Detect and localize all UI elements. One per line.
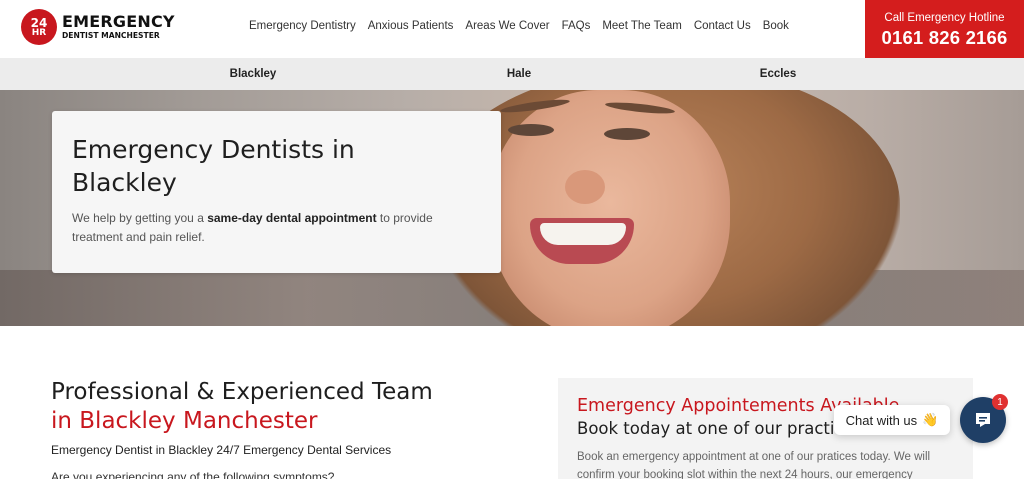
logo-tagline: DENTIST MANCHESTER bbox=[62, 31, 160, 41]
logo-text: EMERGENCY DENTIST MANCHESTER bbox=[62, 14, 175, 40]
team-heading: Professional & Experienced Team in Black… bbox=[51, 378, 521, 436]
hotline-number: 0161 826 2166 bbox=[881, 27, 1008, 48]
hero-title: Emergency Dentists in Blackley bbox=[72, 135, 355, 197]
team-section: Professional & Experienced Team in Black… bbox=[51, 378, 521, 479]
hotline-button[interactable]: Call Emergency Hotline 0161 826 2166 bbox=[865, 0, 1024, 58]
booking-text: Book an emergency appointment at one of … bbox=[577, 451, 931, 479]
subnav-hale[interactable]: Hale bbox=[507, 68, 531, 80]
nav-emergency-dentistry[interactable]: Emergency Dentistry bbox=[249, 20, 356, 32]
hero-description: We help by getting you a same-day dental… bbox=[72, 211, 433, 245]
nav-meet-the-team[interactable]: Meet The Team bbox=[602, 20, 681, 32]
nav-anxious-patients[interactable]: Anxious Patients bbox=[368, 20, 454, 32]
chat-icon bbox=[976, 413, 990, 427]
symptoms-question: Are you experiencing any of the followin… bbox=[51, 469, 335, 479]
nav-areas-we-cover[interactable]: Areas We Cover bbox=[465, 20, 549, 32]
hero-photo-nose bbox=[565, 170, 605, 204]
team-heading-location: in Blackley Manchester bbox=[51, 407, 318, 434]
nav-contact-us[interactable]: Contact Us bbox=[694, 20, 751, 32]
logo-name: EMERGENCY bbox=[62, 12, 175, 32]
chat-prompt-text: Chat with us bbox=[845, 412, 918, 428]
location-subnav: Blackley Hale Eccles bbox=[0, 58, 1024, 90]
team-subtitle: Emergency Dentist in Blackley 24/7 Emerg… bbox=[51, 442, 392, 457]
nav-book[interactable]: Book bbox=[763, 20, 789, 32]
hero-card: Emergency Dentists in Blackley We help b… bbox=[52, 111, 501, 273]
hero-photo-eye bbox=[508, 124, 554, 136]
wave-icon: 👋 bbox=[922, 412, 939, 427]
subnav-eccles[interactable]: Eccles bbox=[760, 68, 796, 80]
chat-prompt-bubble[interactable]: Chat with us 👋 bbox=[834, 405, 950, 435]
nav-faqs[interactable]: FAQs bbox=[562, 20, 591, 32]
hero-photo-eye bbox=[604, 128, 650, 140]
site-header: 24 HR EMERGENCY DENTIST MANCHESTER Emerg… bbox=[0, 0, 1024, 58]
logo-badge: 24 HR bbox=[21, 9, 57, 45]
main-nav: Emergency Dentistry Anxious Patients Are… bbox=[249, 20, 789, 32]
hotline-label: Call Emergency Hotline bbox=[884, 12, 1005, 24]
chat-unread-badge: 1 bbox=[992, 394, 1008, 410]
subnav-blackley[interactable]: Blackley bbox=[230, 68, 277, 80]
hero-highlight: same-day dental appointment bbox=[207, 211, 377, 225]
hero-photo-teeth bbox=[540, 223, 626, 245]
site-logo[interactable]: 24 HR EMERGENCY DENTIST MANCHESTER bbox=[21, 9, 175, 45]
